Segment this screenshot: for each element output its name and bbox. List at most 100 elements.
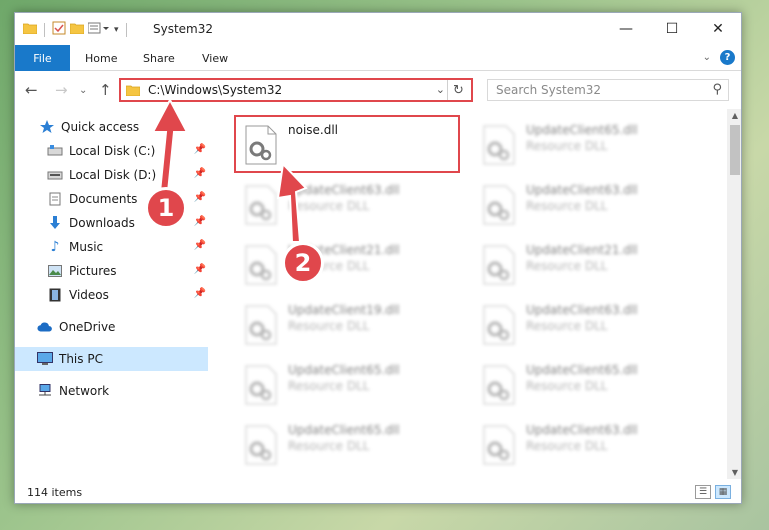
file-item-noise-dll[interactable]: noise.dll — [236, 117, 460, 173]
step-1-badge: 1 — [145, 187, 187, 229]
back-arrow-icon[interactable]: ← — [25, 81, 38, 99]
vertical-scrollbar[interactable]: ▲ ▼ — [727, 109, 741, 479]
sidebar-item-quick-access[interactable]: Quick access — [15, 115, 208, 139]
tab-home[interactable]: Home — [85, 45, 117, 71]
address-bar[interactable]: C:\Windows\System32 ⌄ ↻ — [119, 78, 473, 102]
dll-file-icon — [244, 185, 278, 225]
file-name: UpdateClient65.dll — [526, 123, 638, 137]
properties-icon[interactable] — [52, 21, 66, 38]
pin-icon[interactable]: 📌 — [194, 240, 206, 251]
star-icon — [39, 119, 55, 135]
file-item[interactable]: UpdateClient21.dll Resource DLL — [236, 237, 460, 293]
file-name: UpdateClient63.dll — [526, 303, 638, 317]
file-type: Resource DLL — [288, 439, 370, 453]
file-name: noise.dll — [288, 123, 339, 137]
scrollbar-thumb[interactable] — [730, 125, 740, 175]
file-item[interactable]: UpdateClient65.dll Resource DLL — [236, 357, 460, 413]
pin-icon[interactable]: 📌 — [194, 144, 206, 155]
scroll-down-icon[interactable]: ▼ — [727, 468, 741, 477]
view-switcher: ☰ ▦ — [695, 485, 731, 499]
sidebar-item-label: Quick access — [61, 120, 140, 134]
folder-icon — [22, 22, 38, 37]
dll-file-icon — [482, 365, 516, 405]
sidebar-item-local-disk-c[interactable]: Local Disk (C:) 📌 — [15, 139, 208, 163]
dll-file-icon — [482, 245, 516, 285]
sidebar-item-network[interactable]: Network — [15, 379, 208, 403]
pin-icon[interactable]: 📌 — [194, 168, 206, 179]
navigation-pane: Quick access Local Disk (C:) 📌 Local Dis… — [15, 109, 215, 479]
search-input[interactable] — [488, 80, 688, 100]
sidebar-item-label: Downloads — [69, 216, 135, 230]
window-controls: — ☐ ✕ — [603, 13, 741, 45]
dll-file-icon — [482, 125, 516, 165]
scroll-up-icon[interactable]: ▲ — [727, 111, 741, 120]
file-name: UpdateClient65.dll — [288, 423, 400, 437]
forward-arrow-icon[interactable]: → — [55, 81, 68, 99]
dll-file-icon — [244, 305, 278, 345]
dll-file-icon — [482, 425, 516, 465]
sidebar-item-local-disk-d[interactable]: Local Disk (D:) 📌 — [15, 163, 208, 187]
cloud-icon — [37, 319, 53, 335]
file-type: Resource DLL — [526, 439, 608, 453]
pin-icon[interactable]: 📌 — [194, 288, 206, 299]
help-icon[interactable]: ? — [720, 50, 735, 65]
file-name: UpdateClient19.dll — [288, 303, 400, 317]
sidebar-item-label: Local Disk (D:) — [69, 168, 157, 182]
window-title: System32 — [153, 22, 214, 36]
chevron-down-icon[interactable]: ⌄ — [436, 83, 445, 96]
pin-icon[interactable]: 📌 — [194, 192, 206, 203]
tab-share[interactable]: Share — [143, 45, 175, 71]
file-item[interactable]: UpdateClient65.dll Resource DLL — [474, 117, 698, 173]
refresh-icon[interactable]: ↻ — [447, 80, 469, 100]
quick-access-toolbar: ▾ — [22, 21, 130, 38]
file-type: Resource DLL — [526, 199, 608, 213]
close-button[interactable]: ✕ — [695, 13, 741, 45]
new-folder-icon[interactable] — [69, 22, 85, 37]
up-arrow-icon[interactable]: ↑ — [99, 81, 112, 99]
customize-qat-icon[interactable] — [87, 22, 110, 37]
file-item[interactable]: UpdateClient21.dll Resource DLL — [474, 237, 698, 293]
sidebar-item-label: This PC — [59, 352, 103, 366]
file-item[interactable]: UpdateClient63.dll Resource DLL — [474, 177, 698, 233]
file-item[interactable]: UpdateClient63.dll Resource DLL — [474, 417, 698, 473]
file-type: Resource DLL — [526, 259, 608, 273]
dll-file-icon — [244, 365, 278, 405]
pc-icon — [37, 351, 53, 367]
file-name: UpdateClient65.dll — [526, 363, 638, 377]
sidebar-item-label: Documents — [69, 192, 138, 206]
dll-file-icon — [482, 185, 516, 225]
sidebar-item-this-pc[interactable]: This PC — [15, 347, 208, 371]
sidebar-item-music[interactable]: ♪ Music 📌 — [15, 235, 208, 259]
search-box[interactable]: ⚲ — [487, 79, 729, 101]
details-view-icon[interactable]: ☰ — [695, 485, 711, 499]
file-item[interactable]: UpdateClient19.dll Resource DLL — [236, 297, 460, 353]
tab-file[interactable]: File — [15, 45, 70, 71]
pin-icon[interactable]: 📌 — [194, 216, 206, 227]
file-item[interactable]: UpdateClient63.dll Resource DLL — [474, 297, 698, 353]
minimize-button[interactable]: — — [603, 13, 649, 45]
dll-file-icon — [482, 305, 516, 345]
folder-icon — [125, 84, 141, 99]
pin-icon[interactable]: 📌 — [194, 264, 206, 275]
address-path[interactable]: C:\Windows\System32 — [148, 83, 282, 97]
search-icon[interactable]: ⚲ — [712, 82, 722, 97]
tab-view[interactable]: View — [202, 45, 228, 71]
title-bar: ▾ System32 — ☐ ✕ — [15, 13, 741, 45]
sidebar-item-pictures[interactable]: Pictures 📌 — [15, 259, 208, 283]
sidebar-item-label: Videos — [69, 288, 109, 302]
address-row: ← → ⌄ ↑ C:\Windows\System32 ⌄ ↻ ⚲ — [15, 71, 741, 109]
file-item[interactable]: UpdateClient63.dll Resource DLL — [236, 177, 460, 233]
sidebar-item-onedrive[interactable]: OneDrive — [15, 315, 208, 339]
recent-locations-icon[interactable]: ⌄ — [79, 85, 87, 96]
maximize-button[interactable]: ☐ — [649, 13, 695, 45]
chevron-down-icon[interactable]: ▾ — [114, 25, 119, 35]
sidebar-item-label: Network — [59, 384, 110, 398]
item-count: 114 items — [27, 486, 83, 499]
large-icons-view-icon[interactable]: ▦ — [715, 485, 731, 499]
sidebar-item-videos[interactable]: Videos 📌 — [15, 283, 208, 307]
dll-file-icon — [244, 425, 278, 465]
file-type: Resource DLL — [288, 199, 370, 213]
expand-ribbon-icon[interactable]: ⌄ — [703, 52, 711, 63]
file-item[interactable]: UpdateClient65.dll Resource DLL — [236, 417, 460, 473]
file-item[interactable]: UpdateClient65.dll Resource DLL — [474, 357, 698, 413]
